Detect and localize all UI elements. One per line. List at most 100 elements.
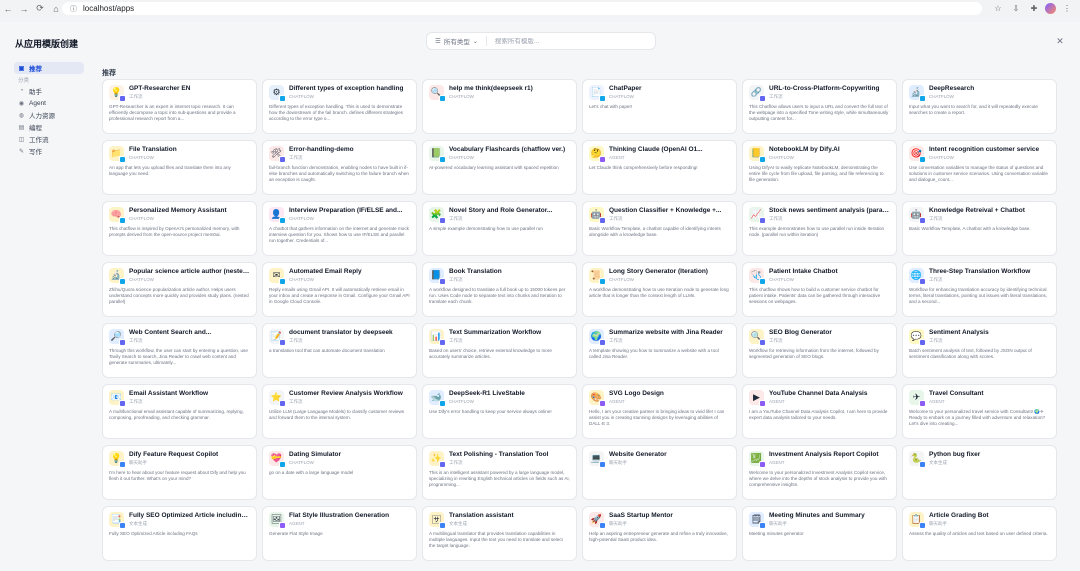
card-header: 📊 Text Summarization Workflow 工作流 <box>429 329 570 346</box>
sidebar-item-label: 助手 <box>29 89 42 96</box>
card-description: Meeting minutes generator <box>749 531 804 536</box>
back-icon[interactable]: ← <box>0 0 16 17</box>
url-text: localhost/apps <box>83 4 135 13</box>
template-card[interactable]: 💝 Dating Simulator CHATFLOW go on a date wi… <box>262 445 417 500</box>
template-card[interactable]: 🐋 DeepSeek-R1 LiveStable CHATFLOW Use Dify'… <box>422 384 577 439</box>
template-card[interactable]: 📋 Article Grading Bot 聊天助手 Assess the quali… <box>902 506 1057 561</box>
template-card[interactable]: 🈂 Translation assistant 文本生成 A multilingual… <box>422 506 577 561</box>
template-card[interactable]: 🤖 Question Classifier + Knowledge +... 工作流… <box>582 201 737 256</box>
template-card[interactable]: 💡 GPT-Researcher EN 工作流 GPT-Researcher is a… <box>102 79 257 134</box>
template-card[interactable]: 💹 Investment Analysis Report Copilot AGENT… <box>742 445 897 500</box>
card-header: 🛠 Error-handling-demo 工作流 <box>269 146 410 163</box>
card-title: help me think(deepseek r1) <box>449 85 533 92</box>
template-card[interactable]: 📒 NotebookLM by Dify.AI CHATFLOW Using Dify… <box>742 140 897 195</box>
template-card[interactable]: 🗒 Meeting Minutes and Summary 聊天助手 Meeting … <box>742 506 897 561</box>
template-card[interactable]: 💡 Dify Feature Request Copilot 聊天助手 I'm her… <box>102 445 257 500</box>
sidebar-item-writing[interactable]: ✎ 写作 <box>14 145 86 157</box>
template-card[interactable]: 🎯 Intent recognition customer service CHAT… <box>902 140 1057 195</box>
sidebar-item-agent[interactable]: ◉ Agent <box>14 97 86 109</box>
template-card[interactable]: 🤖 Knowledge Retreival + Chatbot 工作流 Basic W… <box>902 201 1057 256</box>
template-card[interactable]: 📑 Fully SEO Optimized Article including..… <box>102 506 257 561</box>
template-card[interactable]: 📄 ChatPaper CHATFLOW Let's chat with paper! <box>582 79 737 134</box>
card-header: 💡 GPT-Researcher EN 工作流 <box>109 85 250 102</box>
card-description: AI-powered vocabulary learning assistant… <box>429 165 559 170</box>
template-card[interactable]: 📘 Book Translation 工作流 A workflow designed … <box>422 262 577 317</box>
template-card[interactable]: 📗 Vocabulary Flashcards (chatflow ver.) CH… <box>422 140 577 195</box>
template-card[interactable]: 🤔 Thinking Claude (OpenAI O1... AGENT Let C… <box>582 140 737 195</box>
app-type-badge-icon <box>919 522 926 529</box>
card-title: Thinking Claude (OpenAI O1... <box>609 146 703 153</box>
template-card[interactable]: ✉ Automated Email Reply CHATFLOW Reply emai… <box>262 262 417 317</box>
template-card[interactable]: 🐍 Python bug fixer 文本生成 <box>902 445 1057 500</box>
card-meta: Vocabulary Flashcards (chatflow ver.) CHA… <box>449 146 570 161</box>
address-bar[interactable]: ⓘ localhost/apps <box>62 2 982 15</box>
card-description: Help an aspiring entrepreneur generate a… <box>589 531 728 542</box>
card-type: CHATFLOW <box>609 277 634 282</box>
template-card[interactable]: 🛠 Error-handling-demo 工作流 fail-branch funct… <box>262 140 417 195</box>
card-description: Use conversation variables to manage the… <box>909 165 1048 182</box>
download-icon[interactable]: ⇩ <box>1009 2 1023 15</box>
site-info-icon[interactable]: ⓘ <box>70 4 77 14</box>
template-card[interactable]: 🔬 DeepResearch CHATFLOW Input what you want… <box>902 79 1057 134</box>
template-card[interactable]: 🌍 Summarize website with Jina Reader 工作流 A … <box>582 323 737 378</box>
template-card[interactable]: 🔎 Web Content Search and... 工作流 Through thi… <box>102 323 257 378</box>
template-card[interactable]: 💬 Sentiment Analysis 工作流 Batch sentiment an… <box>902 323 1057 378</box>
card-type: 聊天助手 <box>929 521 947 526</box>
template-card[interactable]: 📧 Email Assistant Workflow 工作流 A multifunct… <box>102 384 257 439</box>
card-header: 🧩 Novel Story and Role Generator... 工作流 <box>429 207 570 224</box>
bookmark-star-icon[interactable]: ☆ <box>991 2 1005 15</box>
card-header: 🗒 Meeting Minutes and Summary 聊天助手 <box>749 512 890 529</box>
profile-avatar[interactable] <box>1045 3 1056 14</box>
template-card[interactable]: 🩺 Patient Intake Chatbot CHATFLOW This chat… <box>742 262 897 317</box>
forward-icon[interactable]: → <box>16 0 32 17</box>
template-card[interactable]: ✈ Travel Consultant AGENT Welcome to your p… <box>902 384 1057 439</box>
card-header: 🔗 URL-to-Cross-Platform-Copywriting 工作流 <box>749 85 890 102</box>
template-card[interactable]: 📁 File Translation CHATFLOW An app that let… <box>102 140 257 195</box>
template-card[interactable]: 🧩 Novel Story and Role Generator... 工作流 A s… <box>422 201 577 256</box>
template-card[interactable]: 🌐 Three-Step Translation Workflow 工作流 Workf… <box>902 262 1057 317</box>
template-card[interactable]: 👤 Interview Preparation (IF/ELSE and... CH… <box>262 201 417 256</box>
template-card[interactable]: 📊 Text Summarization Workflow 工作流 Based on … <box>422 323 577 378</box>
template-card[interactable]: 🔍 help me think(deepseek r1) CHATFLOW <box>422 79 577 134</box>
type-filter-dropdown[interactable]: ☰ 所有类型 ⌄ <box>427 36 487 46</box>
template-card[interactable]: 🔍 SEO Blog Generator 工作流 Workflow for retri… <box>742 323 897 378</box>
sidebar-item-assistant[interactable]: ◔ 助手 <box>14 85 86 97</box>
card-header: 💬 Sentiment Analysis 工作流 <box>909 329 1050 346</box>
menu-icon[interactable]: ⋮ <box>1060 2 1074 15</box>
template-card[interactable]: 📝 document translator by deepseek 工作流 a tra… <box>262 323 417 378</box>
card-description: This chatflow is inspired by OpenAI's pe… <box>109 226 240 237</box>
template-card[interactable]: 🔬 Popular science article author (nested.… <box>102 262 257 317</box>
card-type: CHATFLOW <box>129 155 154 160</box>
template-card[interactable]: ✨ Text Polishing - Translation Tool 工作流 Thi… <box>422 445 577 500</box>
card-header: 💹 Investment Analysis Report Copilot AGENT <box>749 451 890 468</box>
sidebar-item-hr[interactable]: ◍ 人力资源 <box>14 109 86 121</box>
template-card[interactable]: 📈 Stock news sentiment analysis (parall..… <box>742 201 897 256</box>
sidebar-item-workflow[interactable]: ◫ 工作流 <box>14 133 86 145</box>
card-title: Web Content Search and... <box>129 329 212 336</box>
template-card[interactable]: 💻 Website Generator 聊天助手 <box>582 445 737 500</box>
template-card[interactable]: 🖼 Flat Style Illustration Generation AGENT… <box>262 506 417 561</box>
template-card[interactable]: 📜 Long Story Generator (Iteration) CHATFLO… <box>582 262 737 317</box>
template-card[interactable]: ⭐ Customer Review Analysis Workflow 工作流 Uti… <box>262 384 417 439</box>
card-description <box>909 470 1050 488</box>
sidebar-item-recommended[interactable]: ▣ 推荐 <box>14 62 84 74</box>
card-meta: SVG Logo Design AGENT <box>609 390 730 405</box>
sidebar-item-programming[interactable]: ▤ 编程 <box>14 121 86 133</box>
extensions-icon[interactable]: ✚ <box>1027 2 1041 15</box>
template-card[interactable]: ▶ YouTube Channel Data Analysis AGENT I am … <box>742 384 897 439</box>
app-icon: ▶ <box>749 390 766 407</box>
card-description: This example demonstrates how to use par… <box>749 226 885 237</box>
template-card[interactable]: ⚙ Different types of exception handling CH… <box>262 79 417 134</box>
template-card[interactable]: 🎨 SVG Logo Design AGENT Hello, I am your cr… <box>582 384 737 439</box>
template-card[interactable]: 🚀 SaaS Startup Mentor 聊天助手 Help an aspiring… <box>582 506 737 561</box>
close-button[interactable]: ✕ <box>1052 33 1068 49</box>
template-card[interactable]: 🧠 Personalized Memory Assistant CHATFLOW Th… <box>102 201 257 256</box>
search-input[interactable] <box>486 37 637 45</box>
card-type: CHATFLOW <box>289 216 314 221</box>
reload-icon[interactable]: ⟳ <box>32 0 48 17</box>
app-type-badge-icon <box>439 461 446 468</box>
card-description: Basic Workflow Template, a chatbot capab… <box>589 226 721 237</box>
hr-icon: ◍ <box>18 112 25 119</box>
card-title: Meeting Minutes and Summary <box>769 512 865 519</box>
template-card[interactable]: 🔗 URL-to-Cross-Platform-Copywriting 工作流 Thi… <box>742 79 897 134</box>
